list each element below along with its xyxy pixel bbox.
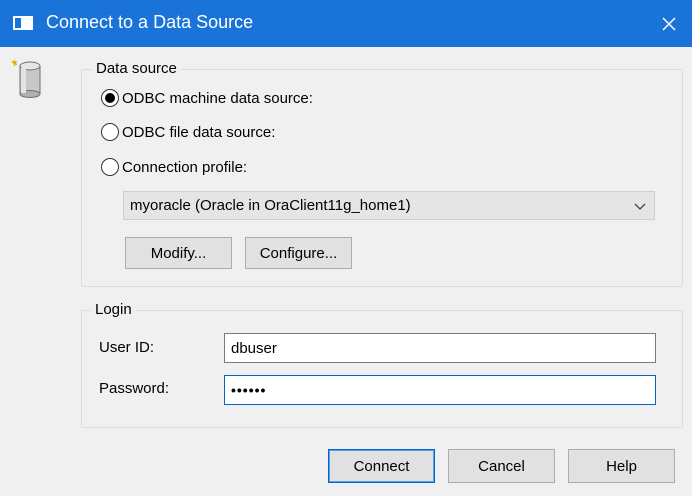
login-group: [81, 310, 683, 428]
chevron-down-icon: [634, 203, 646, 210]
radio-button[interactable]: [101, 158, 119, 176]
cancel-button[interactable]: Cancel: [448, 449, 555, 483]
data-source-select-value: myoracle (Oracle in OraClient11g_home1): [130, 197, 411, 214]
title-bar: Connect to a Data Source: [0, 0, 692, 47]
radio-connection-profile[interactable]: Connection profile:: [101, 158, 247, 176]
radio-selected-dot: [105, 93, 115, 103]
radio-label: Connection profile:: [122, 158, 248, 176]
modify-button[interactable]: Modify...: [125, 237, 232, 269]
user-id-field[interactable]: dbuser: [224, 333, 656, 363]
radio-odbc-machine[interactable]: ODBC machine data source:: [101, 89, 313, 107]
data-source-select[interactable]: myoracle (Oracle in OraClient11g_home1): [123, 191, 655, 220]
data-source-group-title: Data source: [92, 60, 181, 77]
window-icon: [13, 16, 33, 30]
password-label: Password:: [99, 380, 170, 397]
connect-button[interactable]: Connect: [328, 449, 435, 483]
radio-label: ODBC machine data source:: [122, 89, 313, 107]
radio-button[interactable]: [101, 89, 119, 107]
close-icon: [662, 16, 676, 31]
configure-button[interactable]: Configure...: [245, 237, 352, 269]
help-button[interactable]: Help: [568, 449, 675, 483]
password-value: ••••••: [231, 382, 267, 398]
user-id-label: User ID:: [99, 339, 155, 356]
user-id-value: dbuser: [231, 339, 277, 357]
radio-label: ODBC file data source:: [122, 123, 276, 141]
database-icon: [11, 59, 41, 98]
close-button[interactable]: [646, 0, 692, 47]
password-field[interactable]: ••••••: [224, 375, 656, 405]
window-title: Connect to a Data Source: [46, 12, 254, 32]
radio-button[interactable]: [101, 123, 119, 141]
login-group-title: Login: [91, 301, 136, 318]
radio-odbc-file[interactable]: ODBC file data source:: [101, 123, 275, 141]
